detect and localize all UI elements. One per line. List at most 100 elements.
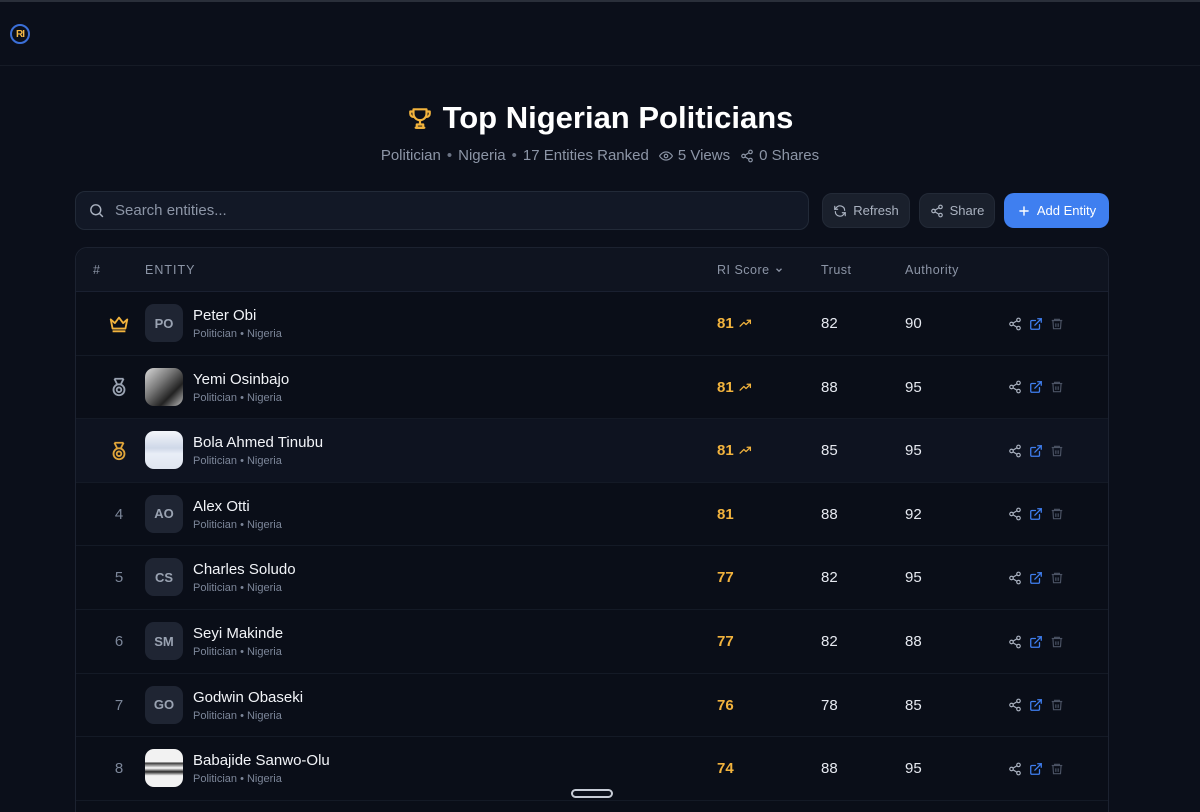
- authority-score: 95: [905, 760, 922, 778]
- crown-icon: [108, 313, 130, 335]
- entity-name[interactable]: Seyi Makinde: [193, 625, 283, 642]
- refresh-button[interactable]: Refresh: [822, 193, 910, 228]
- ri-score-value: 81: [717, 378, 734, 396]
- avatar: [145, 431, 183, 470]
- search-bar[interactable]: [75, 191, 809, 230]
- scroll-indicator[interactable]: [571, 789, 613, 798]
- column-trust: Trust: [821, 263, 852, 277]
- entity-name[interactable]: Yemi Osinbajo: [193, 371, 289, 388]
- eye-icon: [658, 150, 673, 161]
- authority-score: 95: [905, 442, 922, 460]
- entity-subtitle: Politician • Nigeria: [193, 582, 282, 595]
- authority-score: 95: [905, 378, 922, 396]
- entity-subtitle: Politician • Nigeria: [193, 773, 282, 786]
- trust-score: 78: [821, 696, 838, 714]
- add-entity-button[interactable]: Add Entity: [1004, 193, 1109, 228]
- ri-score-value: 81: [717, 315, 734, 332]
- share-button[interactable]: Share: [919, 193, 995, 228]
- share-icon[interactable]: [1008, 698, 1022, 712]
- trash-icon[interactable]: [1050, 698, 1064, 712]
- avatar-initials: AO: [154, 506, 174, 522]
- meta-views: 5 Views: [658, 147, 730, 164]
- entity-name[interactable]: Bola Ahmed Tinubu: [193, 434, 323, 451]
- external-link-icon[interactable]: [1029, 762, 1043, 776]
- share-icon[interactable]: [1008, 762, 1022, 776]
- entity-subtitle: Politician • Nigeria: [193, 646, 282, 658]
- avatar-initials: SM: [154, 633, 174, 649]
- share-icon[interactable]: [1008, 380, 1022, 394]
- entity-name[interactable]: Alex Otti: [193, 498, 250, 515]
- table-row[interactable]: Yemi Osinbajo Politician • Nigeria 81 88 95: [76, 356, 1108, 420]
- authority-score: 88: [905, 633, 922, 650]
- ri-score-value: 74: [717, 760, 734, 778]
- authority-score: 92: [905, 505, 922, 523]
- ri-score: 76: [717, 674, 734, 737]
- external-link-icon[interactable]: [1029, 380, 1043, 394]
- avatar: CS: [145, 558, 183, 597]
- avatar: [145, 749, 183, 788]
- avatar: [145, 367, 183, 406]
- entity-name[interactable]: Peter Obi: [193, 307, 256, 324]
- share-icon[interactable]: [1008, 507, 1022, 521]
- meta-shares-text: 0 Shares: [759, 147, 820, 164]
- external-link-icon[interactable]: [1029, 444, 1043, 458]
- avatar-initials: CS: [154, 569, 174, 585]
- share-icon[interactable]: [1008, 444, 1022, 458]
- column-rank: #: [93, 263, 101, 277]
- table-row[interactable]: 5 CS Charles Soludo Politician • Nigeria 77 8…: [76, 546, 1108, 610]
- row-actions: [1008, 419, 1064, 482]
- external-link-icon[interactable]: [1029, 571, 1043, 585]
- table-row[interactable]: Bola Ahmed Tinubu Politician • Nigeria 81 8…: [76, 419, 1108, 483]
- ri-score: 81: [717, 483, 734, 546]
- table-row[interactable]: 6 SM Seyi Makinde Politician • Nigeria 77 82 8…: [76, 610, 1108, 674]
- share-icon: [741, 149, 753, 162]
- trophy-icon: [408, 108, 431, 129]
- avatar: AO: [145, 494, 183, 533]
- entity-name[interactable]: Babajide Sanwo-Olu: [193, 752, 330, 769]
- table-row[interactable]: PO Peter Obi Politician • Nigeria 81 82 90: [76, 292, 1108, 356]
- share-icon[interactable]: [1008, 317, 1022, 331]
- top-bar: RI: [0, 0, 1200, 66]
- entity-subtitle: Politician • Nigeria: [193, 709, 282, 722]
- column-ri-score[interactable]: RI Score: [717, 263, 784, 277]
- app-logo[interactable]: RI: [10, 24, 30, 44]
- row-actions: [1008, 674, 1064, 737]
- trash-icon[interactable]: [1050, 571, 1064, 585]
- trending-up-icon: [739, 446, 751, 455]
- external-link-icon[interactable]: [1029, 698, 1043, 712]
- plus-icon: [1019, 205, 1029, 216]
- list-meta: Politician • Nigeria • 17 Entities Ranke…: [0, 147, 1200, 164]
- trash-icon[interactable]: [1050, 444, 1064, 458]
- trash-icon[interactable]: [1050, 507, 1064, 521]
- ri-score: 81: [717, 419, 752, 482]
- ri-score-value: 77: [717, 633, 734, 650]
- meta-count: 17 Entities Ranked: [522, 147, 649, 164]
- share-icon[interactable]: [1008, 571, 1022, 585]
- meta-shares: 0 Shares: [740, 147, 819, 164]
- share-label: Share: [949, 203, 985, 218]
- search-input[interactable]: [115, 202, 775, 219]
- rank-cell: 8: [108, 737, 130, 800]
- external-link-icon[interactable]: [1029, 507, 1043, 521]
- chevron-down-icon: [775, 268, 782, 273]
- entity-subtitle: Politician • Nigeria: [193, 391, 282, 404]
- external-link-icon[interactable]: [1029, 635, 1043, 649]
- trash-icon[interactable]: [1050, 635, 1064, 649]
- meta-country: Nigeria: [458, 147, 506, 164]
- entity-name[interactable]: Charles Soludo: [193, 561, 296, 578]
- entity-name[interactable]: Godwin Obaseki: [193, 689, 303, 706]
- trash-icon[interactable]: [1050, 317, 1064, 331]
- share-icon[interactable]: [1008, 635, 1022, 649]
- table-row[interactable]: 7 GO Godwin Obaseki Politician • Nigeria 76 7…: [76, 674, 1108, 738]
- avatar-initials: GO: [153, 697, 175, 713]
- rank-cell: [108, 419, 130, 482]
- rank-cell: 7: [108, 674, 130, 737]
- bronze-medal-icon: [108, 440, 130, 462]
- table-row[interactable]: 4 AO Alex Otti Politician • Nigeria 81 88 92: [76, 483, 1108, 547]
- trash-icon[interactable]: [1050, 380, 1064, 394]
- ri-score: 77: [717, 546, 734, 609]
- trash-icon[interactable]: [1050, 762, 1064, 776]
- row-actions: [1008, 483, 1064, 546]
- external-link-icon[interactable]: [1029, 317, 1043, 331]
- rank-cell: [108, 292, 130, 355]
